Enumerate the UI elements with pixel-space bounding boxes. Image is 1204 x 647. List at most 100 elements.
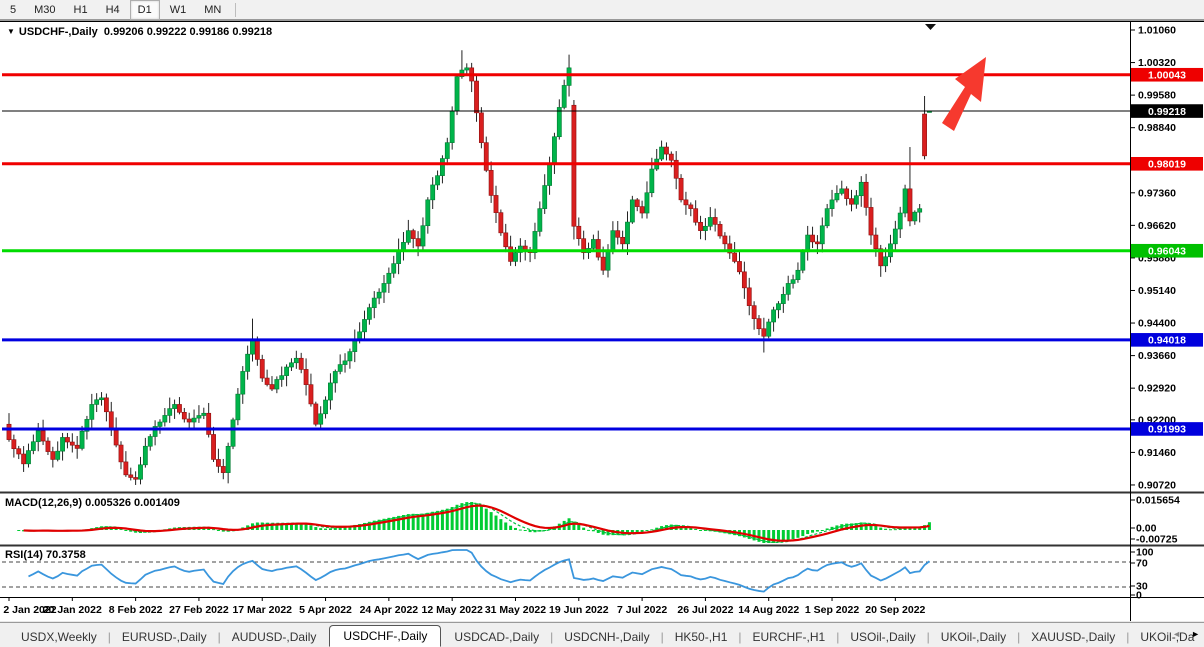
- candle-body: [221, 466, 225, 472]
- macd-histogram-bar: [826, 528, 829, 530]
- candle-body: [134, 477, 138, 479]
- macd-histogram-bar: [124, 530, 127, 531]
- candle-body: [757, 319, 761, 329]
- date-axis-label: 8 Feb 2022: [109, 604, 163, 616]
- candle-body: [216, 459, 220, 466]
- candle-body: [197, 416, 201, 419]
- macd-histogram-bar: [811, 530, 814, 533]
- macd-histogram-bar: [519, 530, 522, 531]
- candle-body: [207, 413, 211, 434]
- candle-body: [377, 292, 381, 298]
- macd-histogram-bar: [582, 528, 585, 530]
- candle-body: [908, 189, 912, 221]
- macd-histogram-bar: [499, 519, 502, 530]
- candle-body: [7, 424, 11, 439]
- candle-body: [733, 253, 737, 261]
- candle-body: [854, 196, 858, 205]
- candle-body: [51, 452, 55, 460]
- macd-histogram-bar: [645, 530, 648, 531]
- candle-body: [138, 465, 142, 479]
- candle-body: [504, 233, 508, 247]
- candle-body: [703, 226, 707, 230]
- candle-body: [815, 242, 819, 244]
- candle-body: [31, 442, 35, 451]
- candle-body: [192, 418, 196, 422]
- candle-body: [411, 231, 415, 239]
- candle-body: [246, 354, 250, 371]
- candle-body: [630, 200, 634, 222]
- candle-body: [543, 186, 547, 209]
- macd-histogram-bar: [524, 530, 527, 531]
- candle-body: [771, 310, 775, 322]
- candle-body: [382, 283, 386, 292]
- candle-body: [567, 68, 571, 86]
- candle-body: [645, 193, 649, 213]
- candle-body: [562, 85, 566, 107]
- candle-body: [913, 212, 917, 221]
- trend-arrow-annotation[interactable]: [942, 57, 986, 131]
- macd-histogram-bar: [699, 530, 702, 531]
- candle-body: [172, 404, 176, 408]
- candle-body: [830, 200, 834, 209]
- macd-histogram-bar: [305, 524, 308, 530]
- mt4-window: 5M30H1H4D1W1MN ▼USDCHF-,Daily 0.99206 0.…: [0, 0, 1204, 647]
- candle-body: [849, 199, 853, 205]
- candle-body: [611, 231, 615, 251]
- price-axis-label: 1.00320: [1138, 57, 1176, 69]
- candle-body: [898, 213, 902, 229]
- macd-histogram-bar: [796, 530, 799, 538]
- candle-body: [767, 322, 771, 336]
- date-axis-label: 12 May 2022: [422, 604, 483, 616]
- candle-body: [708, 217, 712, 226]
- candle-body: [56, 451, 60, 459]
- candle-body: [367, 308, 371, 320]
- macd-axis-label: -0.00725: [1136, 534, 1178, 546]
- macd-histogram-bar: [821, 530, 824, 531]
- candle-body: [864, 182, 868, 207]
- candle-body: [547, 165, 551, 186]
- candle-body: [903, 189, 907, 213]
- candle-body: [275, 379, 279, 389]
- macd-histogram-bar: [217, 530, 220, 531]
- price-axis-label: 0.93660: [1138, 350, 1176, 362]
- macd-histogram-bar: [577, 525, 580, 530]
- candle-body: [640, 207, 644, 213]
- macd-histogram-bar: [767, 530, 770, 543]
- chart-title: ▼USDCHF-,Daily 0.99206 0.99222 0.99186 0…: [7, 26, 272, 38]
- candle-body: [718, 224, 722, 236]
- candle-body: [601, 257, 605, 270]
- rsi-axis-label: 0: [1136, 590, 1142, 602]
- candle-body: [538, 209, 542, 232]
- price-axis-label: 0.98840: [1138, 122, 1176, 134]
- candle-body: [26, 451, 30, 464]
- macd-histogram-bar: [329, 528, 332, 530]
- symbol-dropdown-icon[interactable]: ▼: [7, 27, 15, 36]
- candle-body: [343, 361, 347, 365]
- candle-body: [177, 404, 181, 412]
- date-axis-label: 17 Mar 2022: [232, 604, 292, 616]
- candle-body: [679, 178, 683, 200]
- macd-histogram-bar: [587, 530, 590, 531]
- macd-histogram-bar: [879, 528, 882, 530]
- macd-histogram-bar: [865, 523, 868, 530]
- candle-body: [319, 414, 323, 424]
- macd-histogram-bar: [509, 526, 512, 530]
- date-axis-label: 1 Sep 2022: [805, 604, 859, 616]
- macd-histogram-bar: [324, 529, 327, 530]
- candle-body: [825, 209, 829, 226]
- price-axis-label: 0.95140: [1138, 285, 1176, 297]
- macd-histogram-bar: [480, 506, 483, 530]
- macd-histogram-bar: [889, 529, 892, 530]
- candle-body: [859, 182, 863, 195]
- candle-body: [348, 352, 352, 361]
- candle-body: [104, 398, 108, 412]
- price-axis-label: 0.94400: [1138, 318, 1176, 330]
- macd-histogram-bar: [314, 527, 317, 530]
- candle-body: [255, 341, 259, 360]
- candle-body: [284, 367, 288, 376]
- macd-indicator-label: MACD(12,26,9) 0.005326 0.001409: [5, 497, 180, 509]
- candle-body: [362, 319, 366, 331]
- macd-histogram-bar: [884, 529, 887, 530]
- price-badge-value: 0.94018: [1148, 335, 1186, 347]
- rsi-indicator-label: RSI(14) 70.3758: [5, 549, 86, 561]
